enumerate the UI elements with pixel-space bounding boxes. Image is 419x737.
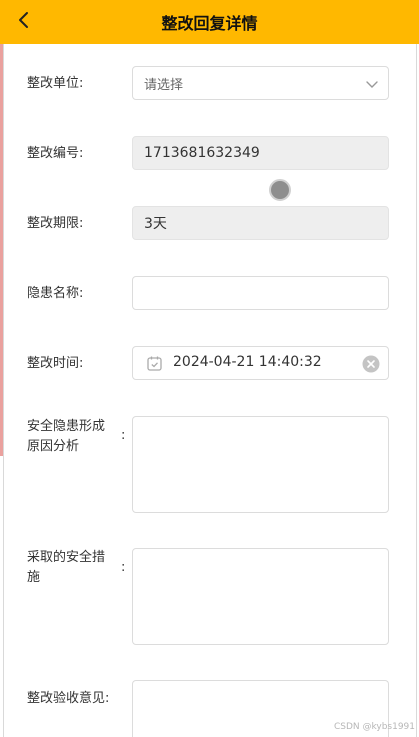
unit-select[interactable]: 请选择	[132, 66, 389, 100]
measures-textarea[interactable]	[132, 548, 389, 645]
cause-analysis-textarea[interactable]	[132, 416, 389, 513]
acceptance-label: 整改验收意见:	[27, 691, 110, 706]
calendar-icon	[147, 356, 162, 371]
unit-label: 整改单位:	[27, 76, 84, 91]
chevron-left-icon	[19, 12, 28, 28]
clear-icon[interactable]	[362, 355, 380, 373]
measures-colon: :	[121, 560, 126, 575]
hazard-name-label: 隐患名称:	[27, 286, 84, 301]
hazard-name-input[interactable]	[132, 276, 389, 310]
deadline-value: 3天	[144, 216, 167, 232]
chevron-down-icon	[366, 81, 378, 88]
right-edge-line	[416, 44, 417, 737]
rectify-time-label: 整改时间:	[27, 356, 84, 371]
page-title: 整改回复详情	[161, 14, 258, 33]
cause-analysis-label: 安全隐患形成原因分析	[27, 419, 106, 454]
number-field: 1713681632349	[132, 136, 389, 170]
rectify-time-picker[interactable]: 2024-04-21 14:40:32	[132, 346, 389, 380]
back-button[interactable]	[10, 6, 38, 34]
floating-drag-handle[interactable]	[269, 179, 291, 201]
watermark: CSDN @kybs1991	[333, 722, 415, 732]
app-header: 整改回复详情	[0, 0, 419, 44]
number-label: 整改编号:	[27, 146, 84, 161]
number-value: 1713681632349	[144, 145, 260, 161]
measures-label: 采取的安全措施	[27, 550, 106, 585]
unit-select-value: 请选择	[144, 77, 184, 93]
cause-analysis-colon: :	[121, 428, 126, 443]
deadline-field: 3天	[132, 206, 389, 240]
deadline-label: 整改期限:	[27, 216, 84, 231]
left-edge-line	[3, 44, 4, 737]
rectify-time-value: 2024-04-21 14:40:32	[173, 354, 322, 370]
